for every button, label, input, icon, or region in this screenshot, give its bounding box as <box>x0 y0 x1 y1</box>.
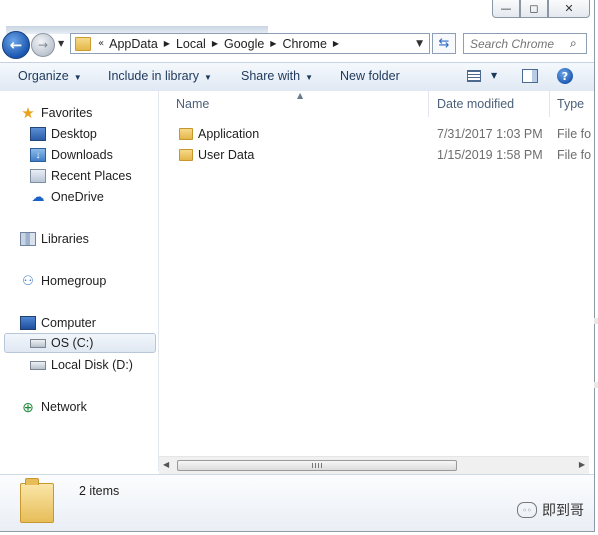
view-icon[interactable] <box>467 70 481 82</box>
close-button[interactable]: ✕ <box>548 0 590 18</box>
chevron-down-icon: ▼ <box>305 73 313 82</box>
nav-libraries[interactable]: Libraries <box>20 229 89 249</box>
watermark-text: 即到哥 <box>542 503 584 519</box>
column-header-date[interactable]: Date modified <box>430 91 550 117</box>
breadcrumb-appdata[interactable]: AppData <box>107 37 160 51</box>
search-box[interactable]: ⌕ <box>463 33 587 54</box>
explorer-window: — ◻ ✕ ← → ▼ « AppData ▶ Local ▶ Google ▶… <box>0 0 595 532</box>
nav-network[interactable]: ⊕ Network <box>20 397 87 417</box>
nav-computer[interactable]: Computer <box>20 313 96 333</box>
resize-grip <box>594 318 598 324</box>
star-icon: ★ <box>21 105 35 122</box>
preview-pane-icon[interactable] <box>522 69 538 83</box>
nav-onedrive[interactable]: ☁ OneDrive <box>30 187 104 207</box>
file-name: User Data <box>198 148 255 162</box>
file-row[interactable]: User Data 1/15/2019 1:58 PM File fo <box>159 145 594 165</box>
folder-icon <box>75 36 91 51</box>
network-icon: ⊕ <box>22 398 34 415</box>
refresh-button[interactable]: ⇆ <box>432 33 456 54</box>
folder-icon <box>179 149 193 161</box>
wechat-icon: ◦◦ <box>517 502 537 518</box>
breadcrumb-chrome[interactable]: Chrome <box>280 37 328 51</box>
refresh-icon: ⇆ <box>438 36 450 51</box>
help-icon[interactable]: ? <box>557 68 573 84</box>
drive-icon <box>30 338 46 348</box>
new-folder-button[interactable]: New folder <box>340 69 400 83</box>
nav-favorites[interactable]: ★ Favorites <box>20 103 92 123</box>
search-input[interactable] <box>464 35 570 52</box>
breadcrumb-overflow[interactable]: « <box>95 38 107 49</box>
computer-icon <box>20 316 36 330</box>
downloads-icon: ↓ <box>30 148 46 162</box>
command-bar: Organize ▼ Include in library ▼ Share with… <box>0 62 594 92</box>
file-name: Application <box>198 127 260 141</box>
scrollbar-thumb[interactable] <box>177 460 457 471</box>
nav-homegroup[interactable]: ⚇ Homegroup <box>20 271 106 291</box>
caption-buttons: — ◻ ✕ <box>492 0 590 18</box>
watermark: ◦◦ 即到哥 <box>517 500 584 520</box>
maximize-button[interactable]: ◻ <box>520 0 548 18</box>
share-with-button[interactable]: Share with ▼ <box>241 69 313 83</box>
chevron-down-icon: ▼ <box>204 73 212 82</box>
scroll-right-icon[interactable]: ▶ <box>579 460 585 469</box>
file-type: File fo <box>557 148 592 162</box>
nav-downloads[interactable]: ↓ Downloads <box>30 145 113 165</box>
back-button[interactable]: ← <box>2 31 30 59</box>
folder-icon <box>179 128 193 140</box>
horizontal-scrollbar[interactable]: ◀ ▶ <box>159 456 589 474</box>
file-list: Name ▲ Date modified Type Application 7/… <box>159 91 594 456</box>
navigation-pane: ★ Favorites Desktop ↓ Downloads Recent Pla… <box>0 91 159 471</box>
file-type: File fo <box>557 127 592 141</box>
nav-drive-d[interactable]: Local Disk (D:) <box>30 355 133 375</box>
homegroup-icon: ⚇ <box>22 273 34 288</box>
onedrive-icon: ☁ <box>31 189 45 204</box>
scroll-left-icon[interactable]: ◀ <box>163 460 169 469</box>
recent-pages-dropdown[interactable]: ▼ <box>58 39 64 48</box>
nav-drive-c[interactable]: OS (C:) <box>4 333 156 353</box>
navigation-bar: ← → ▼ « AppData ▶ Local ▶ Google ▶ Chrom… <box>0 30 594 59</box>
nav-desktop[interactable]: Desktop <box>30 124 97 144</box>
folder-icon <box>20 478 54 523</box>
organize-button[interactable]: Organize ▼ <box>18 69 82 83</box>
back-arrow-icon: ← <box>9 36 23 54</box>
libraries-icon <box>20 232 36 246</box>
search-icon[interactable]: ⌕ <box>570 36 577 51</box>
include-in-library-button[interactable]: Include in library ▼ <box>108 69 212 83</box>
forward-arrow-icon: → <box>37 38 49 52</box>
file-date: 7/31/2017 1:03 PM <box>437 127 543 141</box>
minimize-button[interactable]: — <box>492 0 520 18</box>
breadcrumb-separator-icon[interactable]: ▶ <box>329 39 343 48</box>
breadcrumb-separator-icon[interactable]: ▶ <box>160 39 174 48</box>
address-dropdown-icon[interactable]: ▼ <box>416 39 429 49</box>
grip-icon <box>312 463 322 468</box>
details-pane: 2 items ◦◦ 即到哥 <box>0 474 594 531</box>
forward-button[interactable]: → <box>31 33 55 57</box>
file-row[interactable]: Application 7/31/2017 1:03 PM File fo <box>159 124 594 144</box>
breadcrumb-separator-icon[interactable]: ▶ <box>266 39 280 48</box>
nav-recent-places[interactable]: Recent Places <box>30 166 132 186</box>
chevron-down-icon: ▼ <box>73 73 82 82</box>
drive-icon <box>30 360 46 370</box>
breadcrumb-google[interactable]: Google <box>222 37 266 51</box>
view-options-dropdown[interactable]: ▼ <box>491 71 497 80</box>
column-header-type[interactable]: Type <box>550 91 594 117</box>
sort-ascending-icon: ▲ <box>297 91 304 100</box>
breadcrumb-local[interactable]: Local <box>174 37 208 51</box>
desktop-icon <box>30 127 46 141</box>
resize-grip <box>594 382 598 388</box>
file-date: 1/15/2019 1:58 PM <box>437 148 543 162</box>
recent-places-icon <box>30 169 46 183</box>
breadcrumb-separator-icon[interactable]: ▶ <box>208 39 222 48</box>
address-bar[interactable]: « AppData ▶ Local ▶ Google ▶ Chrome ▶ ▼ <box>70 33 430 54</box>
title-bar: — ◻ ✕ <box>0 0 594 34</box>
item-count: 2 items <box>79 484 120 498</box>
